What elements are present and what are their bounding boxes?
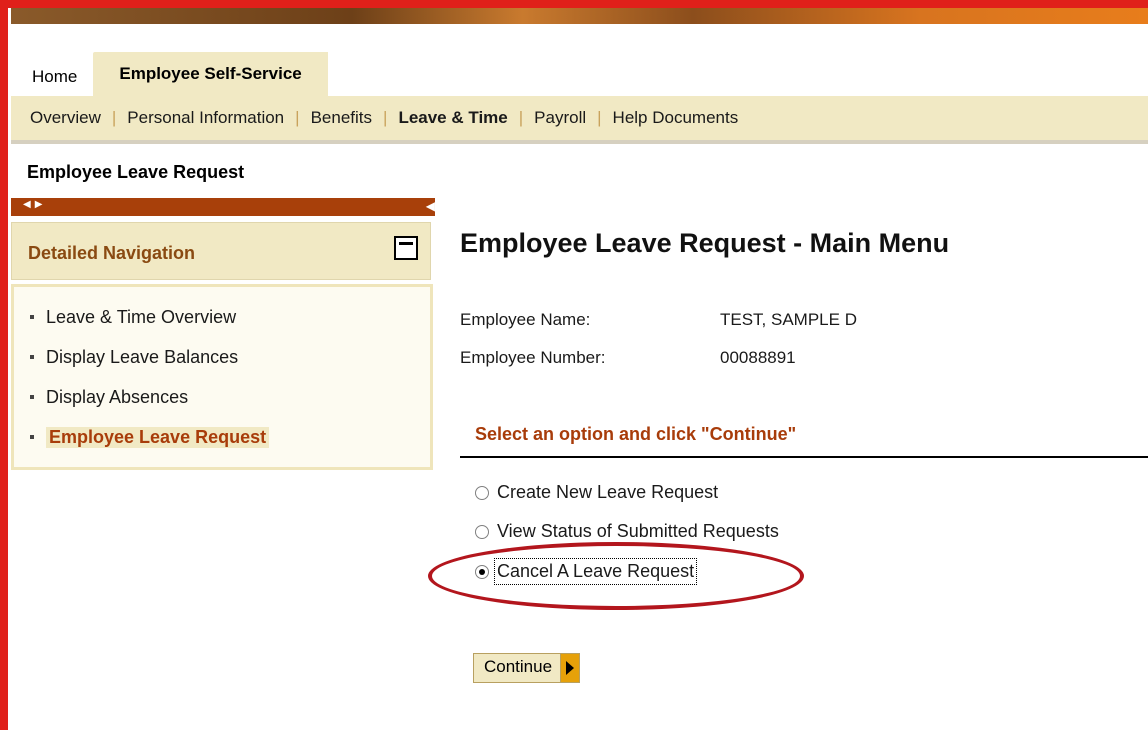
radio-button[interactable] xyxy=(475,485,489,500)
nav-item-label: Display Absences xyxy=(46,386,189,407)
nav-item-label: Display Leave Balances xyxy=(46,346,239,367)
option-label[interactable]: View Status of Submitted Requests xyxy=(497,521,779,542)
bullet-icon xyxy=(30,355,34,359)
navigation-bar: ◀▶ ◀ xyxy=(11,198,435,216)
nav-item-label: Leave & Time Overview xyxy=(46,306,237,327)
tab-employee-self-service[interactable]: Employee Self-Service xyxy=(93,52,328,96)
option-cancel-leave-request[interactable]: Cancel A Leave Request xyxy=(475,558,698,585)
subnav-personal-information[interactable]: Personal Information xyxy=(116,108,295,128)
employee-number-value: 00088891 xyxy=(720,348,796,367)
detailed-navigation-panel: Leave & Time Overview Display Leave Bala… xyxy=(11,284,433,470)
subnav-payroll[interactable]: Payroll xyxy=(523,108,597,128)
screenshot-frame-top xyxy=(0,0,1148,8)
screenshot-frame-left xyxy=(0,0,8,730)
minimize-button[interactable] xyxy=(394,236,418,260)
option-label[interactable]: Create New Leave Request xyxy=(497,482,718,503)
detailed-navigation-title: Detailed Navigation xyxy=(28,243,196,263)
employee-name-row: Employee Name: TEST, SAMPLE D xyxy=(460,310,857,330)
continue-arrow-icon xyxy=(560,654,580,682)
subnav-benefits[interactable]: Benefits xyxy=(300,108,383,128)
nav-item-employee-leave-request[interactable]: Employee Leave Request xyxy=(30,417,270,457)
prompt-divider xyxy=(460,456,1148,458)
bullet-icon xyxy=(30,315,34,319)
radio-button[interactable] xyxy=(475,524,489,539)
bullet-icon xyxy=(30,395,34,399)
detailed-navigation-list: Leave & Time Overview Display Leave Bala… xyxy=(30,297,270,457)
top-level-tabs: Home Employee Self-Service xyxy=(17,52,328,96)
employee-name-value: TEST, SAMPLE D xyxy=(720,310,857,329)
continue-label: Continue xyxy=(484,657,553,676)
subnav-leave-and-time[interactable]: Leave & Time xyxy=(387,108,518,128)
bullet-icon xyxy=(30,435,34,439)
nav-history-arrows-icon[interactable]: ◀▶ xyxy=(23,199,46,210)
option-view-status-submitted-requests[interactable]: View Status of Submitted Requests xyxy=(475,521,779,542)
page-title: Employee Leave Request xyxy=(27,162,245,182)
nav-item-leave-time-overview[interactable]: Leave & Time Overview xyxy=(30,297,269,337)
collapse-panel-icon[interactable]: ◀ xyxy=(426,199,435,213)
radio-button-selected[interactable] xyxy=(475,564,489,579)
subnav-help-documents[interactable]: Help Documents xyxy=(602,108,750,128)
header-area xyxy=(11,24,1148,52)
employee-number-label: Employee Number: xyxy=(460,348,606,367)
minimize-icon xyxy=(399,242,413,245)
detailed-navigation-header: Detailed Navigation xyxy=(11,222,431,280)
nav-item-display-absences[interactable]: Display Absences xyxy=(30,377,269,417)
nav-item-label: Employee Leave Request xyxy=(46,426,270,448)
option-create-new-leave-request[interactable]: Create New Leave Request xyxy=(475,482,718,503)
option-label[interactable]: Cancel A Leave Request xyxy=(493,558,698,585)
employee-number-row: Employee Number: 00088891 xyxy=(460,348,796,368)
main-heading: Employee Leave Request - Main Menu xyxy=(460,228,950,258)
tab-home[interactable]: Home xyxy=(17,58,94,96)
header-banner xyxy=(11,8,1148,24)
continue-button[interactable]: Continue xyxy=(473,653,581,683)
subnav-overview[interactable]: Overview xyxy=(11,108,112,128)
second-level-nav: Overview | Personal Information | Benefi… xyxy=(11,96,1148,144)
nav-item-display-leave-balances[interactable]: Display Leave Balances xyxy=(30,337,269,377)
employee-name-label: Employee Name: xyxy=(460,310,591,329)
select-option-prompt: Select an option and click "Continue" xyxy=(475,424,797,444)
